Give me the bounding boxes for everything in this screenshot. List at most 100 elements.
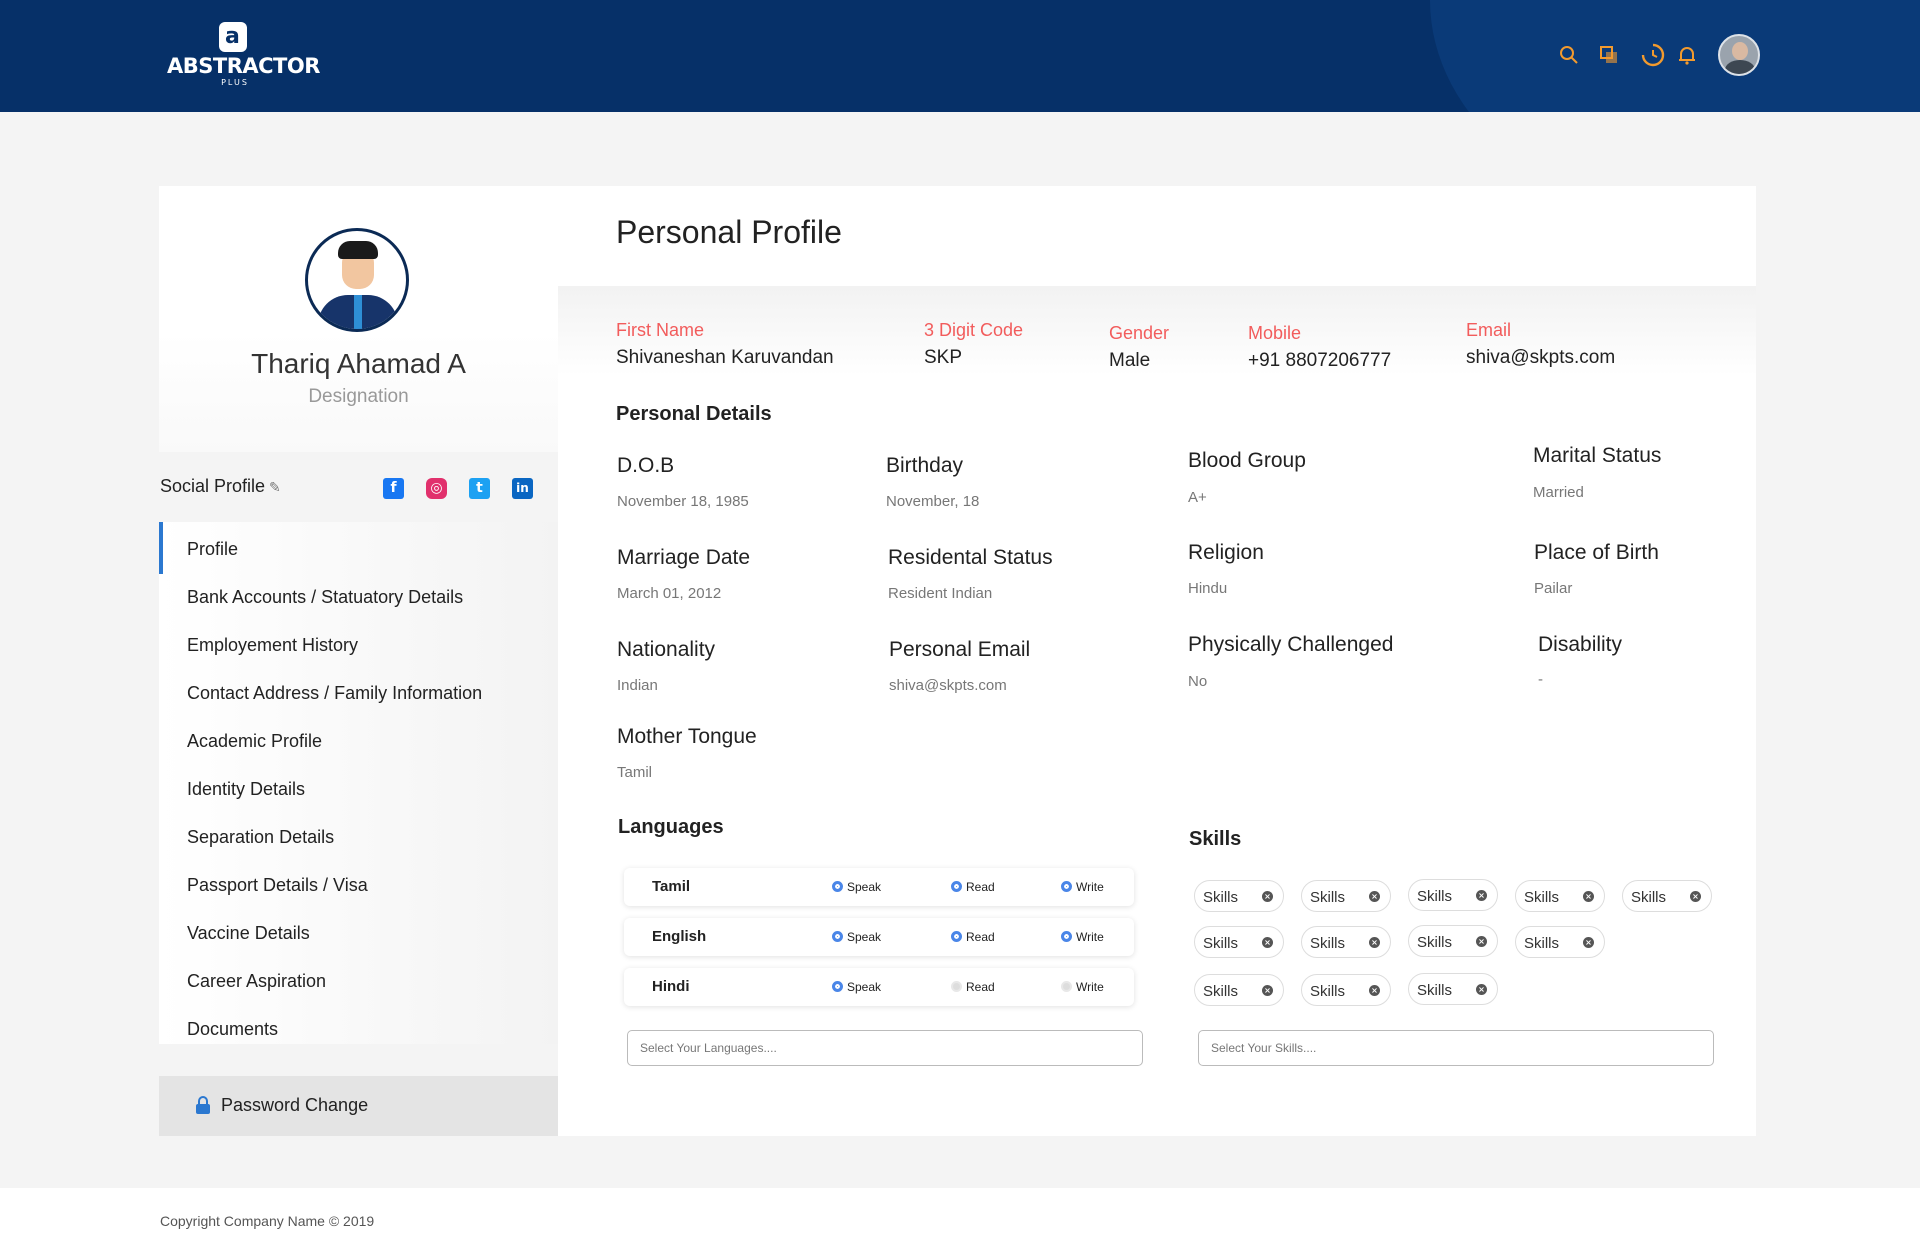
skills-select[interactable] — [1198, 1030, 1714, 1066]
field-label: Personal Email — [889, 638, 1031, 661]
search-icon[interactable] — [1558, 44, 1580, 66]
twitter-icon[interactable]: t — [469, 478, 490, 499]
skill-chip[interactable]: Skills × — [1515, 926, 1605, 958]
logo-subtext: PLUS — [221, 78, 249, 87]
user-avatar[interactable] — [1718, 34, 1760, 76]
top-header: a ABSTRACTOR PLUS — [0, 0, 1920, 112]
skill-chip[interactable]: Skills × — [1301, 880, 1391, 912]
sidebar-item-documents[interactable]: Documents — [187, 1019, 278, 1040]
languages-select[interactable] — [627, 1030, 1143, 1066]
remove-icon[interactable]: × — [1476, 984, 1487, 995]
field-label: Religion — [1188, 541, 1264, 564]
lock-icon — [196, 1096, 210, 1114]
field-value: November, 18 — [886, 493, 980, 510]
summary-label: First Name — [616, 320, 705, 340]
skill-chip[interactable]: Skills × — [1194, 880, 1284, 912]
nav-active-indicator — [159, 522, 163, 574]
header-decoration — [1430, 0, 1920, 112]
write-radio[interactable]: Write — [1061, 980, 1104, 994]
sidebar-item-identity-details[interactable]: Identity Details — [187, 779, 305, 800]
field-value: Married — [1533, 484, 1584, 501]
remove-icon[interactable]: × — [1476, 936, 1487, 947]
language-name: Hindi — [652, 978, 690, 995]
skill-chip[interactable]: Skills × — [1194, 974, 1284, 1006]
skill-chip[interactable]: Skills × — [1408, 925, 1498, 957]
write-radio[interactable]: Write — [1061, 880, 1104, 894]
app-logo[interactable]: a ABSTRACTOR PLUS — [167, 22, 320, 88]
skill-chip[interactable]: Skills × — [1194, 926, 1284, 958]
skill-chip[interactable]: Skills × — [1301, 974, 1391, 1006]
sidebar-item-profile[interactable]: Profile — [187, 539, 238, 560]
skill-chip[interactable]: Skills × — [1408, 973, 1498, 1005]
read-radio[interactable]: Read — [951, 880, 995, 894]
read-radio[interactable]: Read — [951, 930, 995, 944]
remove-icon[interactable]: × — [1690, 891, 1701, 902]
sidebar-item-passport-details[interactable]: Passport Details / Visa — [187, 875, 368, 896]
sidebar-nav: Profile Bank Accounts / Statuatory Detai… — [159, 522, 558, 1044]
sidebar-item-employment-history[interactable]: Employement History — [187, 635, 358, 656]
field-value: A+ — [1188, 489, 1207, 506]
summary-value: SKP — [924, 347, 963, 368]
social-profile-label: Social Profile ✎ — [160, 476, 281, 496]
remove-icon[interactable]: × — [1583, 937, 1594, 948]
summary-label: Mobile — [1248, 323, 1302, 343]
field-label: Residental Status — [888, 546, 1053, 569]
remove-icon[interactable]: × — [1262, 891, 1273, 902]
field-label: Birthday — [886, 454, 964, 477]
field-label: Place of Birth — [1534, 541, 1659, 564]
sidebar-item-contact-address[interactable]: Contact Address / Family Information — [187, 683, 482, 704]
skill-chip[interactable]: Skills × — [1622, 880, 1712, 912]
personal-details-title: Personal Details — [616, 403, 772, 425]
footer: Copyright Company Name © 2019 — [0, 1188, 1920, 1255]
sidebar-item-academic-profile[interactable]: Academic Profile — [187, 731, 322, 752]
summary-label: Gender — [1109, 323, 1170, 343]
facebook-icon[interactable]: f — [383, 478, 404, 499]
edit-pencil-icon[interactable]: ✎ — [269, 479, 281, 495]
profile-avatar — [305, 228, 409, 332]
write-radio[interactable]: Write — [1061, 930, 1104, 944]
clock-history-icon[interactable] — [1640, 42, 1666, 68]
speak-radio[interactable]: Speak — [832, 980, 881, 994]
profile-designation: Designation — [308, 386, 409, 407]
page-title: Personal Profile — [616, 214, 842, 250]
remove-icon[interactable]: × — [1262, 985, 1273, 996]
languages-select-input[interactable] — [628, 1031, 1142, 1065]
profile-name: Thariq Ahamad A — [251, 348, 466, 379]
field-value: Resident Indian — [888, 585, 993, 602]
sidebar-item-career-aspiration[interactable]: Career Aspiration — [187, 971, 326, 992]
remove-icon[interactable]: × — [1369, 985, 1380, 996]
summary-value: Shivaneshan Karuvandan — [616, 347, 834, 368]
speak-radio[interactable]: Speak — [832, 930, 881, 944]
field-value: shiva@skpts.com — [889, 677, 1007, 694]
language-name: English — [652, 928, 707, 945]
language-row-hindi: Hindi Speak Read Write — [624, 968, 1134, 1006]
remove-icon[interactable]: × — [1369, 891, 1380, 902]
skill-chip[interactable]: Skills × — [1301, 926, 1391, 958]
copy-icon[interactable] — [1598, 44, 1620, 66]
personal-profile-panel: Personal Profile First Name Shivaneshan … — [558, 186, 1756, 1136]
field-value: Pailar — [1534, 580, 1573, 597]
field-label: Marriage Date — [617, 546, 751, 569]
field-label: Mother Tongue — [617, 725, 757, 748]
sidebar-item-separation-details[interactable]: Separation Details — [187, 827, 334, 848]
bell-icon[interactable] — [1676, 44, 1698, 66]
skill-chip[interactable]: Skills × — [1408, 879, 1498, 911]
read-radio[interactable]: Read — [951, 980, 995, 994]
language-row-tamil: Tamil Speak Read Write — [624, 868, 1134, 906]
remove-icon[interactable]: × — [1262, 937, 1273, 948]
field-label: Nationality — [617, 638, 716, 661]
remove-icon[interactable]: × — [1583, 891, 1594, 902]
sidebar-item-vaccine-details[interactable]: Vaccine Details — [187, 923, 310, 944]
field-label: Physically Challenged — [1188, 633, 1394, 656]
field-value: - — [1538, 671, 1543, 688]
speak-radio[interactable]: Speak — [832, 880, 881, 894]
skills-select-input[interactable] — [1199, 1031, 1713, 1065]
remove-icon[interactable]: × — [1476, 890, 1487, 901]
sidebar-item-bank-accounts[interactable]: Bank Accounts / Statuatory Details — [187, 587, 463, 608]
password-change-button[interactable]: Password Change — [159, 1076, 558, 1136]
instagram-icon[interactable]: ◎ — [426, 478, 447, 499]
field-label: Marital Status — [1533, 444, 1662, 467]
remove-icon[interactable]: × — [1369, 937, 1380, 948]
skill-chip[interactable]: Skills × — [1515, 880, 1605, 912]
linkedin-icon[interactable]: in — [512, 478, 533, 499]
